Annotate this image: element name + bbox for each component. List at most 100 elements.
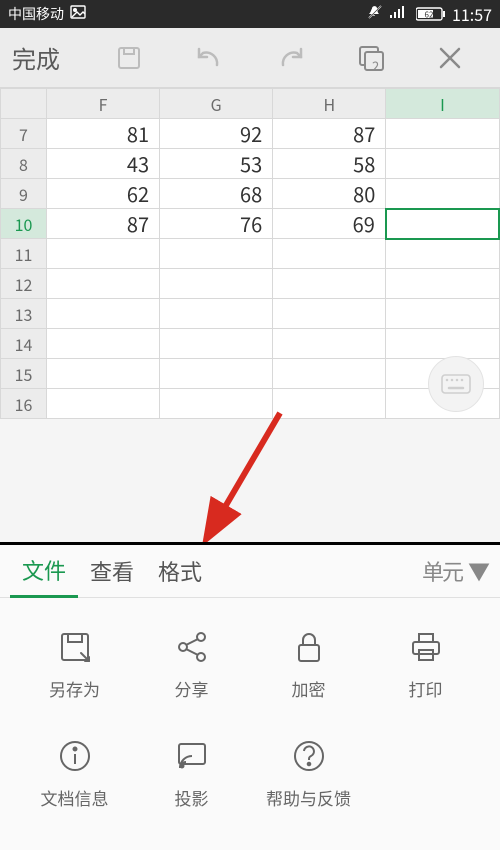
action-label: 加密: [292, 676, 326, 701]
status-bar: 中国移动 62 11:57: [0, 0, 500, 28]
tab-count-label: 2: [372, 56, 379, 75]
tab-more[interactable]: 单元 ▼: [422, 555, 490, 587]
col-header-F[interactable]: F: [47, 89, 160, 119]
cell[interactable]: [47, 239, 160, 269]
tab-more-label: 单元: [422, 555, 466, 587]
action-save-as[interactable]: 另存为: [16, 628, 133, 701]
cell[interactable]: 92: [160, 119, 273, 149]
cell[interactable]: [47, 359, 160, 389]
cell[interactable]: [386, 299, 499, 329]
cell[interactable]: [386, 179, 499, 209]
cell[interactable]: [273, 299, 386, 329]
cell[interactable]: [47, 389, 160, 419]
mute-icon: [366, 3, 384, 26]
print-icon: [407, 628, 445, 666]
cell[interactable]: 81: [47, 119, 160, 149]
cell[interactable]: 87: [47, 209, 160, 239]
action-label: 打印: [409, 676, 443, 701]
row-header[interactable]: 10: [1, 209, 47, 239]
action-label: 分享: [175, 676, 209, 701]
action-project[interactable]: 投影: [133, 737, 250, 810]
action-label: 帮助与反馈: [266, 785, 351, 810]
action-help[interactable]: 帮助与反馈: [250, 737, 367, 810]
tab-format[interactable]: 格式: [146, 545, 214, 597]
row-header[interactable]: 15: [1, 359, 47, 389]
action-label: 另存为: [49, 676, 100, 701]
close-icon[interactable]: [437, 45, 463, 71]
cell[interactable]: [160, 239, 273, 269]
action-print[interactable]: 打印: [367, 628, 484, 701]
carrier-label: 中国移动: [8, 4, 64, 24]
cell[interactable]: [160, 329, 273, 359]
cell[interactable]: 43: [47, 149, 160, 179]
col-header-G[interactable]: G: [160, 89, 273, 119]
cell[interactable]: [386, 119, 499, 149]
picture-icon: [70, 4, 86, 24]
cell[interactable]: [386, 269, 499, 299]
undo-icon[interactable]: [193, 45, 225, 71]
row-header[interactable]: 14: [1, 329, 47, 359]
cell[interactable]: 76: [160, 209, 273, 239]
corner-header[interactable]: [1, 89, 47, 119]
cell[interactable]: [47, 299, 160, 329]
cell[interactable]: 58: [273, 149, 386, 179]
cell[interactable]: [386, 239, 499, 269]
action-doc-info[interactable]: 文档信息: [16, 737, 133, 810]
cell[interactable]: [273, 359, 386, 389]
cell[interactable]: [386, 149, 499, 179]
cell[interactable]: [160, 389, 273, 419]
top-toolbar: 完成 2: [0, 28, 500, 88]
cell[interactable]: [273, 239, 386, 269]
cell[interactable]: 62: [47, 179, 160, 209]
file-actions-panel: 另存为 分享 加密 打印: [0, 598, 500, 850]
cell[interactable]: [273, 269, 386, 299]
tabs-icon[interactable]: 2: [357, 44, 387, 72]
action-label: 文档信息: [41, 785, 109, 810]
tab-bar: 文件 查看 格式 单元 ▼: [0, 542, 500, 598]
cell[interactable]: 69: [273, 209, 386, 239]
row-header[interactable]: 11: [1, 239, 47, 269]
svg-text:62: 62: [425, 10, 434, 21]
cell[interactable]: [160, 269, 273, 299]
row-header[interactable]: 16: [1, 389, 47, 419]
col-header-I[interactable]: I: [386, 89, 499, 119]
bottom-panel: 文件 查看 格式 单元 ▼ 另存为 分享: [0, 542, 500, 850]
row-header[interactable]: 13: [1, 299, 47, 329]
redo-icon[interactable]: [275, 45, 307, 71]
cell[interactable]: [160, 359, 273, 389]
tab-file[interactable]: 文件: [10, 546, 78, 598]
chevron-down-icon: ▼: [468, 555, 490, 587]
share-icon: [173, 628, 211, 666]
action-share[interactable]: 分享: [133, 628, 250, 701]
battery-icon: 62: [416, 7, 446, 21]
row-header[interactable]: 8: [1, 149, 47, 179]
cell[interactable]: 68: [160, 179, 273, 209]
save-as-icon: [56, 628, 94, 666]
cell[interactable]: [160, 299, 273, 329]
cell[interactable]: 53: [160, 149, 273, 179]
row-header[interactable]: 12: [1, 269, 47, 299]
lock-icon: [290, 628, 328, 666]
row-header[interactable]: 9: [1, 179, 47, 209]
cell[interactable]: 80: [273, 179, 386, 209]
signal-icon: [390, 4, 410, 24]
action-encrypt[interactable]: 加密: [250, 628, 367, 701]
cell[interactable]: [273, 389, 386, 419]
col-header-H[interactable]: H: [273, 89, 386, 119]
cell[interactable]: [386, 329, 499, 359]
cell[interactable]: [47, 269, 160, 299]
cell[interactable]: [273, 329, 386, 359]
info-icon: [56, 737, 94, 775]
action-label: 投影: [175, 785, 209, 810]
cell[interactable]: 87: [273, 119, 386, 149]
selected-cell[interactable]: [386, 209, 499, 239]
done-button[interactable]: 完成: [12, 40, 60, 75]
cast-icon: [173, 737, 211, 775]
row-header[interactable]: 7: [1, 119, 47, 149]
save-icon[interactable]: [115, 44, 143, 72]
spreadsheet[interactable]: F G H I 7819287 8435358 9626880 10877669…: [0, 88, 500, 419]
tab-view[interactable]: 查看: [78, 545, 146, 597]
clock-label: 11:57: [452, 2, 492, 26]
cell[interactable]: [47, 329, 160, 359]
keyboard-button[interactable]: [428, 356, 484, 412]
